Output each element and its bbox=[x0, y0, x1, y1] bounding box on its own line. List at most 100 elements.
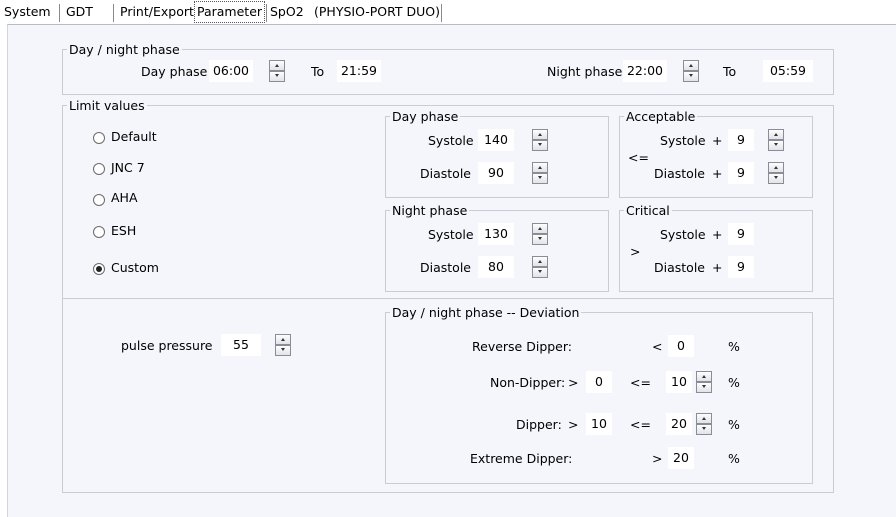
day-phase-start-input[interactable]: 06:00 bbox=[209, 60, 253, 82]
spin-up-icon[interactable] bbox=[269, 60, 285, 71]
acceptable-legend: Acceptable bbox=[624, 109, 698, 124]
percent-sign: % bbox=[728, 375, 740, 390]
deviation-group: Day / night phase -- Deviation Reverse D… bbox=[385, 305, 813, 484]
spin-up-icon[interactable] bbox=[683, 60, 699, 71]
pulse-pressure-input[interactable]: 55 bbox=[221, 334, 261, 356]
spin-down-icon[interactable] bbox=[532, 173, 548, 184]
tab-parameter[interactable]: Parameter bbox=[194, 1, 266, 23]
greater-than-sign: > bbox=[568, 375, 579, 390]
less-equal-sign: <= bbox=[630, 375, 651, 390]
systole-label: Systole bbox=[428, 133, 474, 148]
radio-jnc7[interactable] bbox=[93, 163, 105, 175]
extreme-dipper-input[interactable]: 20 bbox=[668, 447, 694, 469]
percent-sign: % bbox=[728, 451, 740, 466]
day-phase-start-spinner[interactable] bbox=[269, 60, 285, 82]
diastole-label: Diastole bbox=[654, 166, 705, 181]
critical-diastole-input[interactable]: 9 bbox=[728, 256, 754, 278]
day-diastole-input[interactable]: 90 bbox=[478, 162, 514, 184]
acceptable-systole-spinner[interactable] bbox=[768, 129, 784, 151]
diastole-label: Diastole bbox=[654, 260, 705, 275]
spin-up-icon[interactable] bbox=[696, 413, 712, 424]
non-dipper-spinner[interactable] bbox=[696, 371, 712, 393]
non-dipper-lower-input[interactable]: 0 bbox=[586, 371, 612, 393]
radio-custom[interactable] bbox=[93, 263, 105, 275]
spin-up-icon[interactable] bbox=[768, 162, 784, 173]
critical-systole-input[interactable]: 9 bbox=[728, 223, 754, 245]
dipper-upper-input[interactable]: 20 bbox=[666, 413, 692, 435]
spin-up-icon[interactable] bbox=[768, 129, 784, 140]
night-systole-spinner[interactable] bbox=[532, 223, 548, 245]
radio-esh[interactable] bbox=[93, 226, 105, 238]
dipper-label: Dipper: bbox=[516, 417, 562, 432]
spin-up-icon[interactable] bbox=[275, 334, 291, 345]
day-systole-input[interactable]: 140 bbox=[478, 129, 514, 151]
night-diastole-spinner[interactable] bbox=[532, 256, 548, 278]
spin-down-icon[interactable] bbox=[269, 71, 285, 82]
day-phase-limits-group: Day phase Systole 140 Diastole 90 bbox=[385, 109, 609, 198]
night-phase-end-input[interactable]: 05:59 bbox=[763, 60, 813, 82]
deviation-legend: Day / night phase -- Deviation bbox=[390, 305, 582, 320]
limit-values-group: Limit values Default JNC 7 AHA ESH Custo… bbox=[62, 98, 834, 493]
spin-up-icon[interactable] bbox=[532, 129, 548, 140]
acceptable-systole-input[interactable]: 9 bbox=[728, 129, 754, 151]
spin-up-icon[interactable] bbox=[532, 256, 548, 267]
day-systole-spinner[interactable] bbox=[532, 129, 548, 151]
radio-label-custom: Custom bbox=[111, 260, 159, 275]
night-diastole-input[interactable]: 80 bbox=[478, 256, 514, 278]
systole-label: Systole bbox=[660, 227, 706, 242]
day-phase-end-input[interactable]: 21:59 bbox=[337, 60, 381, 82]
spin-down-icon[interactable] bbox=[683, 71, 699, 82]
dipper-spinner[interactable] bbox=[696, 413, 712, 435]
day-phase-limits-legend: Day phase bbox=[390, 109, 461, 124]
day-diastole-spinner[interactable] bbox=[532, 162, 548, 184]
non-dipper-label: Non-Dipper: bbox=[490, 375, 566, 390]
spin-up-icon[interactable] bbox=[696, 371, 712, 382]
radio-default[interactable] bbox=[93, 132, 105, 144]
limit-values-legend: Limit values bbox=[67, 98, 147, 113]
spin-down-icon[interactable] bbox=[532, 140, 548, 151]
radio-label-default: Default bbox=[111, 129, 157, 144]
spin-up-icon[interactable] bbox=[532, 162, 548, 173]
spin-down-icon[interactable] bbox=[532, 234, 548, 245]
spin-down-icon[interactable] bbox=[768, 140, 784, 151]
night-phase-start-spinner[interactable] bbox=[683, 60, 699, 82]
radio-label-aha: AHA bbox=[111, 190, 138, 205]
spin-down-icon[interactable] bbox=[275, 345, 291, 356]
plus-sign: + bbox=[712, 227, 723, 242]
spin-down-icon[interactable] bbox=[768, 173, 784, 184]
acceptable-diastole-spinner[interactable] bbox=[768, 162, 784, 184]
non-dipper-upper-input[interactable]: 10 bbox=[666, 371, 692, 393]
plus-sign: + bbox=[712, 133, 723, 148]
tab-separator bbox=[113, 4, 114, 22]
greater-than-sign: > bbox=[652, 451, 663, 466]
spin-up-icon[interactable] bbox=[532, 223, 548, 234]
plus-sign: + bbox=[712, 166, 723, 181]
spin-down-icon[interactable] bbox=[532, 267, 548, 278]
tab-spo2[interactable]: SpO2 bbox=[270, 0, 304, 24]
less-than-sign: < bbox=[652, 339, 663, 354]
radio-label-esh: ESH bbox=[111, 223, 137, 238]
to-label: To bbox=[311, 64, 325, 79]
radio-aha[interactable] bbox=[93, 194, 105, 206]
greater-than-sign: > bbox=[568, 417, 579, 432]
reverse-dipper-input[interactable]: 0 bbox=[668, 335, 694, 357]
extreme-dipper-label: Extreme Dipper: bbox=[470, 451, 573, 466]
dipper-lower-input[interactable]: 10 bbox=[586, 413, 612, 435]
diastole-label: Diastole bbox=[420, 260, 471, 275]
tab-print-export[interactable]: Print/Export bbox=[120, 0, 194, 24]
acceptable-diastole-input[interactable]: 9 bbox=[728, 162, 754, 184]
day-phase-label: Day phase bbox=[141, 64, 208, 79]
night-phase-start-input[interactable]: 22:00 bbox=[623, 60, 667, 82]
spin-down-icon[interactable] bbox=[696, 424, 712, 435]
to-label: To bbox=[723, 64, 737, 79]
spin-down-icon[interactable] bbox=[696, 382, 712, 393]
systole-label: Systole bbox=[428, 227, 474, 242]
night-systole-input[interactable]: 130 bbox=[478, 223, 514, 245]
systole-label: Systole bbox=[660, 133, 706, 148]
day-night-phase-group: Day / night phase Day phase 06:00 To 21:… bbox=[62, 42, 834, 95]
tab-gdt[interactable]: GDT bbox=[66, 0, 93, 24]
critical-legend: Critical bbox=[624, 203, 672, 218]
tab-physio-port-duo[interactable]: (PHYSIO-PORT DUO) bbox=[314, 0, 440, 24]
tab-system[interactable]: System bbox=[4, 0, 51, 24]
pulse-pressure-spinner[interactable] bbox=[275, 334, 291, 356]
